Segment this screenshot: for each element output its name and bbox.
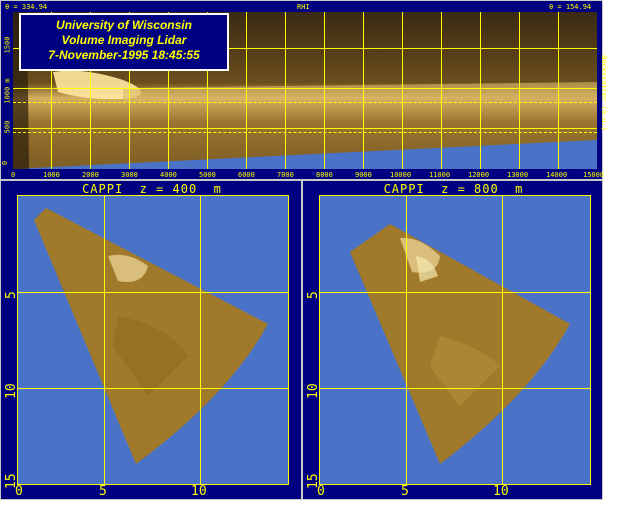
rhi-grid-v [402,12,403,169]
rhi-grid-v [246,12,247,169]
mode-label: RHI [297,3,310,11]
cappi-right-xtick-5: 5 [401,484,409,499]
rhi-grid-h [13,128,597,129]
rhi-dash-line [13,102,597,103]
rhi-xtick: 5000 [199,171,216,179]
cappi-left-xtick-10: 10 [191,484,207,499]
cappi-right-grid-h [320,292,590,293]
title-line-3: 7-November-1995 18:45:55 [48,48,200,62]
title-line-1: University of Wisconsin [56,18,192,32]
cappi-left-grid-v [104,196,105,484]
rhi-grid-h [13,88,597,89]
theta-left-label: θ = 334.94 [5,3,48,11]
rhi-right-label: Backscatter (a.u.) [599,55,608,131]
rhi-xtick: 0 [11,171,16,179]
rhi-grid-v [480,12,481,169]
rhi-title-box: University of Wisconsin Volume Imaging L… [19,13,229,71]
rhi-xtick: 3000 [121,171,138,179]
cappi-left-image [34,208,268,464]
rhi-xtick: 15000 [583,171,605,179]
rhi-xtick: 8000 [316,171,333,179]
title-line-2: Volume Imaging Lidar [61,33,187,47]
rhi-xtick: 11000 [429,171,451,179]
rhi-xtick: 6000 [238,171,255,179]
rhi-ytick-1500: 1500 [3,36,12,54]
rhi-xtick: 14000 [546,171,568,179]
cappi-left-ytick-10: 10 [4,383,19,399]
rhi-xtick: 7000 [277,171,294,179]
cappi-left-grid-v [200,196,201,484]
rhi-xtick: 13000 [507,171,529,179]
rhi-grid-v [519,12,520,169]
rhi-ytick-500: 500 [3,120,12,134]
cappi-left-xtick-0: 0 [15,484,23,499]
cappi-left-title: CAPPI z = 400 m [82,182,222,196]
rhi-ytick-1000: 1000 m [3,78,12,104]
cappi-right-ytick-10: 10 [306,383,321,399]
cappi-right-ytick-5: 5 [306,291,321,299]
rhi-panel: θ = 334.94 RHI θ = 154.94 0 500 1000 m 1… [0,0,608,180]
cappi-panel-left: CAPPI z = 400 m 5 10 15 0 5 10 [0,180,302,500]
cappi-right-grid-v [406,196,407,484]
cappi-left-ytick-5: 5 [4,291,19,299]
cappi-right-plot [319,195,591,485]
cappi-right-xtick-0: 0 [317,484,325,499]
cappi-right-grid-h [320,388,590,389]
cappi-right-image [350,224,570,464]
cappi-right-grid-v [502,196,503,484]
rhi-ytick-0: 0 [1,160,10,166]
rhi-xtick: 4000 [160,171,177,179]
cappi-right-xtick-10: 10 [493,484,509,499]
cappi-right-title: CAPPI z = 800 m [383,182,524,196]
rhi-xtick: 1000 [43,171,60,179]
rhi-xtick: 9000 [355,171,372,179]
rhi-xtick: 12000 [468,171,490,179]
cappi-left-plot [17,195,289,485]
rhi-xtick: 2000 [82,171,99,179]
cappi-left-grid-h [18,292,288,293]
rhi-xtick: 10000 [390,171,412,179]
rhi-grid-v [441,12,442,169]
rhi-grid-v [363,12,364,169]
theta-right-label: θ = 154.94 [549,3,592,11]
rhi-grid-v [324,12,325,169]
rhi-grid-v [558,12,559,169]
rhi-grid-v [285,12,286,169]
rhi-dash-line [13,132,597,133]
cappi-left-xtick-5: 5 [99,484,107,499]
cappi-panel-right: CAPPI z = 800 m 5 10 15 0 5 10 [302,180,603,500]
cappi-left-grid-h [18,388,288,389]
